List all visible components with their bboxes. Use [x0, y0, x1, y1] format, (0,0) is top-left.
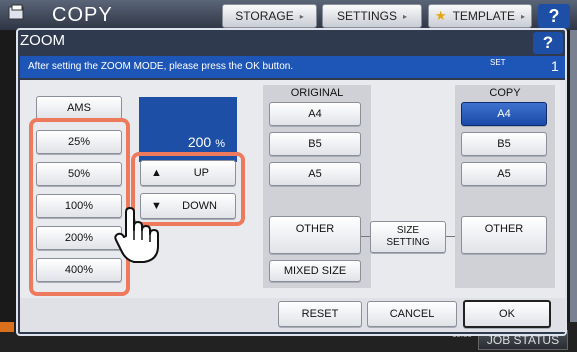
- original-size-a5[interactable]: A5: [269, 162, 361, 186]
- set-label: SET: [490, 58, 506, 67]
- tab-template-label: TEMPLATE: [452, 9, 516, 23]
- zoom-value: 200: [187, 134, 212, 150]
- hand-pointer-icon: [114, 207, 159, 263]
- copy-size-a4[interactable]: A4: [461, 102, 547, 126]
- machine-help-button[interactable]: ?: [538, 4, 570, 28]
- ok-button[interactable]: OK: [463, 300, 551, 328]
- copy-size-a5[interactable]: A5: [461, 162, 547, 186]
- machine-mode-title: COPY: [52, 4, 113, 26]
- original-other-button[interactable]: OTHER: [269, 216, 361, 254]
- tab-settings[interactable]: SETTINGS ▸: [322, 4, 422, 28]
- dialog-title: ZOOM: [20, 32, 65, 49]
- info-bar: After setting the ZOOM MODE, please pres…: [20, 56, 565, 78]
- original-size-b5[interactable]: B5: [269, 132, 361, 156]
- chevron-right-icon: ▸: [403, 11, 408, 21]
- copy-size-b5[interactable]: B5: [461, 132, 547, 156]
- size-setting-button[interactable]: SIZE SETTING: [370, 221, 446, 253]
- chevron-right-icon: ▸: [521, 11, 526, 21]
- zoom-preset-ams[interactable]: AMS: [36, 96, 122, 120]
- status-strip: [0, 322, 14, 332]
- set-count: 1: [551, 58, 559, 74]
- connector-line: [446, 236, 455, 237]
- side-strip: [570, 30, 577, 330]
- tab-storage-label: STORAGE: [235, 9, 294, 23]
- help-button[interactable]: ?: [533, 32, 563, 54]
- copy-other-button[interactable]: OTHER: [461, 216, 547, 254]
- connector-line: [361, 236, 370, 237]
- zoom-unit: %: [215, 138, 225, 150]
- star-icon: ★: [434, 8, 447, 23]
- reset-button[interactable]: RESET: [278, 301, 362, 327]
- info-message: After setting the ZOOM MODE, please pres…: [28, 61, 294, 72]
- cancel-button[interactable]: CANCEL: [367, 301, 457, 327]
- copy-header: COPY: [489, 87, 521, 99]
- mixed-size-button[interactable]: MIXED SIZE: [269, 260, 361, 282]
- original-size-a4[interactable]: A4: [269, 102, 361, 126]
- copy-mode-icon: [8, 4, 24, 20]
- chevron-right-icon: ▸: [299, 11, 304, 21]
- tab-template[interactable]: ★ TEMPLATE ▸: [428, 4, 532, 28]
- tab-settings-label: SETTINGS: [336, 9, 397, 23]
- original-header: ORIGINAL: [290, 87, 344, 99]
- tab-storage[interactable]: STORAGE ▸: [222, 4, 317, 28]
